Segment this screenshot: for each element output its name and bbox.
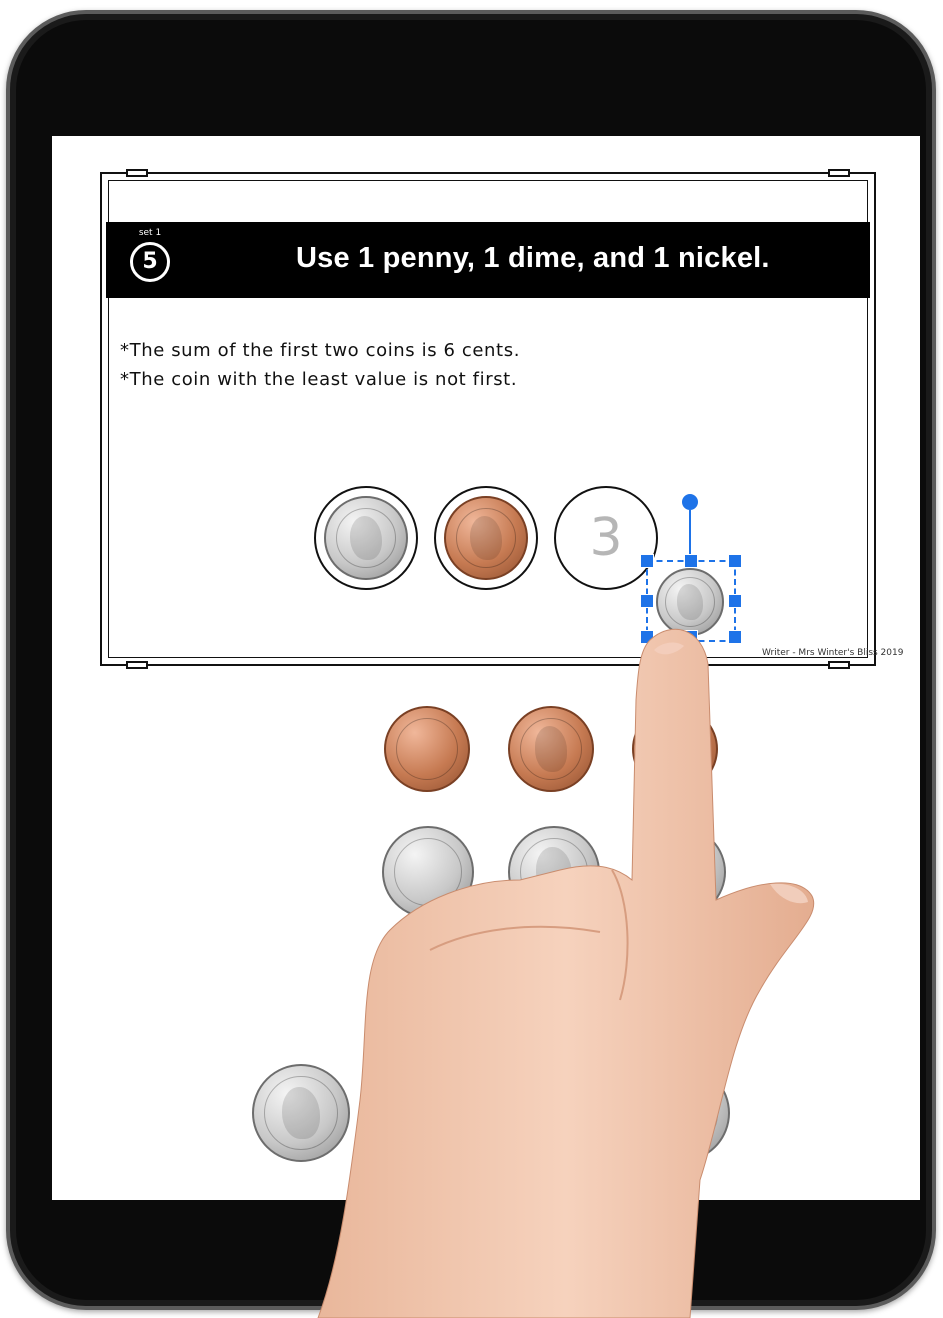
resize-handle[interactable]	[728, 630, 742, 644]
frame-ornament	[126, 169, 148, 177]
nickel-coin[interactable]	[324, 496, 408, 580]
credit-text: Writer - Mrs Winter's Bliss 2019	[762, 648, 904, 658]
penny-back-coin[interactable]	[384, 706, 470, 792]
tablet-frame: set 1 5 Use 1 penny, 1 dime, and 1 nicke…	[6, 10, 936, 1310]
penny-coin[interactable]	[632, 706, 718, 792]
task-title: Use 1 penny, 1 dime, and 1 nickel.	[296, 242, 770, 274]
set-label: set 1	[138, 228, 162, 238]
answer-slot-3[interactable]: 3	[554, 486, 658, 590]
tablet-screen: set 1 5 Use 1 penny, 1 dime, and 1 nicke…	[52, 136, 920, 1200]
task-card: set 1 5 Use 1 penny, 1 dime, and 1 nicke…	[100, 169, 903, 669]
penny-coin[interactable]	[508, 706, 594, 792]
answer-slot-1[interactable]	[314, 486, 418, 590]
task-number-badge: set 1 5	[128, 228, 172, 282]
rotate-line	[689, 510, 691, 560]
resize-handle[interactable]	[640, 554, 654, 568]
frame-ornament	[828, 661, 850, 669]
slot-number: 3	[589, 508, 623, 568]
nickel-coin[interactable]	[508, 826, 600, 918]
penny-coin[interactable]	[444, 496, 528, 580]
nickel-coin[interactable]	[634, 826, 726, 918]
clue-list: *The sum of the first two coins is 6 cen…	[120, 336, 520, 394]
rotate-handle[interactable]	[682, 494, 698, 510]
resize-handle[interactable]	[640, 630, 654, 644]
quarter-coin[interactable]	[252, 1064, 350, 1162]
resize-handle[interactable]	[684, 554, 698, 568]
resize-handle[interactable]	[684, 630, 698, 644]
nickel-back-coin[interactable]	[382, 826, 474, 918]
quarter-coin[interactable]	[632, 1064, 730, 1162]
task-header: set 1 5 Use 1 penny, 1 dime, and 1 nicke…	[106, 222, 870, 298]
frame-ornament	[126, 661, 148, 669]
clue-item: *The coin with the least value is not fi…	[120, 369, 518, 390]
clue-item: *The sum of the first two coins is 6 cen…	[120, 340, 521, 361]
answer-slot-2[interactable]	[434, 486, 538, 590]
resize-handle[interactable]	[640, 594, 654, 608]
resize-handle[interactable]	[728, 594, 742, 608]
resize-handle[interactable]	[728, 554, 742, 568]
task-number: 5	[130, 242, 170, 282]
frame-ornament	[828, 169, 850, 177]
